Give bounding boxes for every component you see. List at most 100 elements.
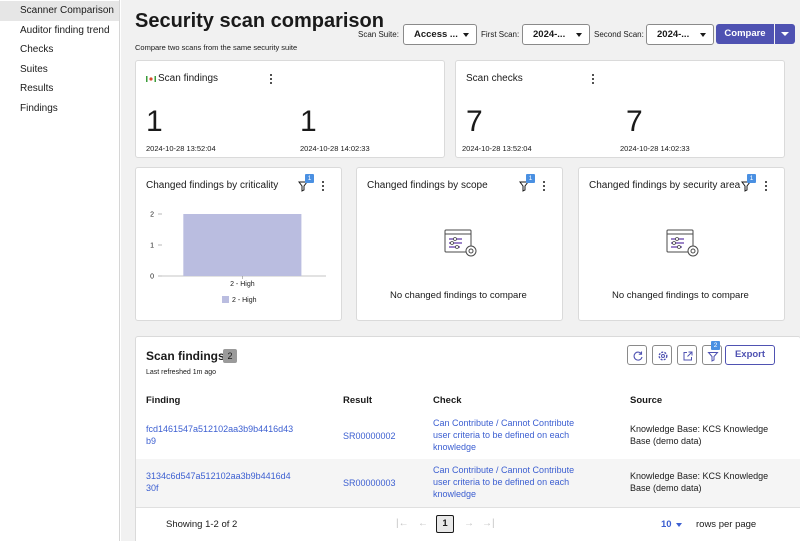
filter-count-badge: 2 [711, 341, 720, 350]
second-scan-value: 2024-... [657, 29, 690, 40]
rows-per-page-select[interactable]: 10 [661, 519, 672, 530]
export-button[interactable]: Export [725, 345, 775, 365]
second-scan-date: 2024-10-28 14:02:33 [300, 144, 370, 153]
second-scan-select[interactable]: 2024-... [646, 24, 714, 45]
gear-icon [658, 351, 668, 361]
source-text: Knowledge Base: KCS Knowledge Base (demo… [630, 424, 769, 446]
column-header-result[interactable]: Result [343, 395, 372, 406]
x-tick-label: 2 - High [230, 281, 255, 288]
chevron-down-icon [700, 33, 706, 37]
scan-suite-select[interactable]: Access ... [403, 24, 477, 45]
more-options-icon[interactable] [763, 181, 769, 193]
filter-count-badge: 1 [747, 174, 756, 183]
first-scan-findings-count: 1 [146, 105, 163, 138]
empty-message: No changed findings to compare [612, 290, 749, 301]
empty-state-icon [666, 229, 699, 257]
sidebar-item-results[interactable]: Results [0, 79, 119, 99]
more-options-icon[interactable] [320, 181, 326, 193]
external-link-icon [683, 351, 693, 361]
empty-message: No changed findings to compare [390, 290, 527, 301]
last-refreshed: Last refreshed 1m ago [146, 369, 217, 376]
first-scan-date: 2024-10-28 13:52:04 [462, 144, 532, 153]
criticality-bar-chart: 0 1 2 2 - High 2 - High [150, 212, 326, 304]
chevron-down-icon [576, 33, 582, 37]
refresh-icon [633, 351, 643, 361]
sidebar-item-findings[interactable]: Findings [0, 99, 119, 119]
prev-page-icon[interactable]: ← [418, 518, 428, 529]
scan-checks-card: Scan checks 7 2024-10-28 13:52:04 7 2024… [455, 60, 785, 158]
second-scan-checks-count: 7 [626, 105, 643, 138]
open-external-button[interactable] [677, 345, 697, 365]
chevron-down-icon [781, 32, 789, 36]
security-area-title: Changed findings by security area [589, 180, 741, 191]
table-title: Scan findings [146, 349, 225, 363]
sidebar-item-suites[interactable]: Suites [0, 60, 119, 80]
more-options-icon[interactable] [541, 181, 547, 193]
pagination-bar: Showing 1-2 of 2 |← ← 1 → →| 10 rows per… [136, 507, 800, 541]
criticality-card: Changed findings by criticality 1 0 1 2 2 -… [135, 167, 342, 321]
scope-card: Changed findings by scope 1 No changed f… [356, 167, 563, 321]
compare-options-button[interactable] [775, 24, 795, 44]
sidebar-item-checks[interactable]: Checks [0, 40, 119, 60]
result-link[interactable]: SR00000002 [343, 430, 396, 442]
table-row: 3134c6d547a512102aa3b9b4416d4 30f SR0000… [136, 459, 800, 507]
legend-swatch [222, 296, 229, 303]
signal-icon [146, 76, 156, 82]
check-link[interactable]: Can Contribute / Cannot Contribute user … [433, 417, 574, 453]
first-scan-checks-count: 7 [466, 105, 483, 138]
security-area-card: Changed findings by security area 1 No c… [578, 167, 785, 321]
sidebar-item-auditor-finding-trend[interactable]: Auditor finding trend [0, 21, 119, 41]
pagination-summary: Showing 1-2 of 2 [166, 519, 238, 530]
column-header-finding[interactable]: Finding [146, 395, 180, 406]
finding-link[interactable]: fcd1461547a512102aa3b9b4416d43 b9 [146, 423, 293, 447]
page-subtitle: Compare two scans from the same security… [135, 43, 298, 52]
bar [183, 214, 302, 276]
column-header-check[interactable]: Check [433, 395, 462, 406]
y-tick-label: 0 [150, 274, 154, 281]
source-text: Knowledge Base: KCS Knowledge Base (demo… [630, 471, 769, 493]
finding-link[interactable]: 3134c6d547a512102aa3b9b4416d4 30f [146, 470, 291, 494]
scan-checks-title: Scan checks [466, 73, 523, 84]
second-scan-date: 2024-10-28 14:02:33 [620, 144, 690, 153]
next-page-icon[interactable]: → [464, 518, 474, 529]
first-scan-select[interactable]: 2024-... [522, 24, 590, 45]
more-options-icon[interactable] [268, 74, 274, 86]
legend-label: 2 - High [232, 297, 257, 304]
first-page-icon[interactable]: |← [396, 518, 409, 529]
settings-button[interactable] [652, 345, 672, 365]
scan-suite-value: Access ... [414, 29, 458, 40]
last-page-icon[interactable]: →| [482, 518, 495, 529]
y-tick-label: 1 [150, 243, 154, 250]
filter-icon [707, 352, 719, 362]
chevron-down-icon[interactable] [676, 523, 682, 527]
filter-count-badge: 1 [526, 174, 535, 183]
current-page-button[interactable]: 1 [436, 515, 454, 533]
chevron-down-icon [463, 33, 469, 37]
empty-state-icon [444, 229, 477, 257]
compare-button[interactable]: Compare [716, 24, 774, 44]
filter-count-badge: 1 [305, 174, 314, 183]
scan-findings-title: Scan findings [158, 73, 219, 84]
findings-table-card: Scan findings 2 Last refreshed 1m ago 2 … [135, 336, 800, 541]
more-options-icon[interactable] [590, 74, 596, 86]
y-tick-label: 2 [150, 212, 154, 219]
rows-per-page-label: rows per page [696, 519, 757, 530]
criticality-title: Changed findings by criticality [146, 180, 279, 191]
check-link[interactable]: Can Contribute / Cannot Contribute user … [433, 464, 574, 500]
first-scan-value: 2024-... [533, 29, 566, 40]
second-scan-findings-count: 1 [300, 105, 317, 138]
scope-title: Changed findings by scope [367, 180, 488, 191]
second-scan-label: Second Scan: [594, 30, 644, 39]
first-scan-label: First Scan: [481, 30, 520, 39]
page-title: Security scan comparison [135, 10, 384, 32]
sidebar: Scanner Comparison Auditor finding trend… [0, 0, 120, 541]
sidebar-item-scanner-comparison[interactable]: Scanner Comparison [0, 1, 119, 21]
scan-suite-label: Scan Suite: [358, 30, 399, 39]
scan-findings-card: Scan findings 1 2024-10-28 13:52:04 1 20… [135, 60, 445, 158]
refresh-button[interactable] [627, 345, 647, 365]
column-header-source[interactable]: Source [630, 395, 662, 406]
main-content: Security scan comparison Compare two sca… [121, 0, 800, 541]
result-link[interactable]: SR00000003 [343, 477, 396, 489]
table-row: fcd1461547a512102aa3b9b4416d43 b9 SR0000… [136, 412, 800, 459]
first-scan-date: 2024-10-28 13:52:04 [146, 144, 216, 153]
